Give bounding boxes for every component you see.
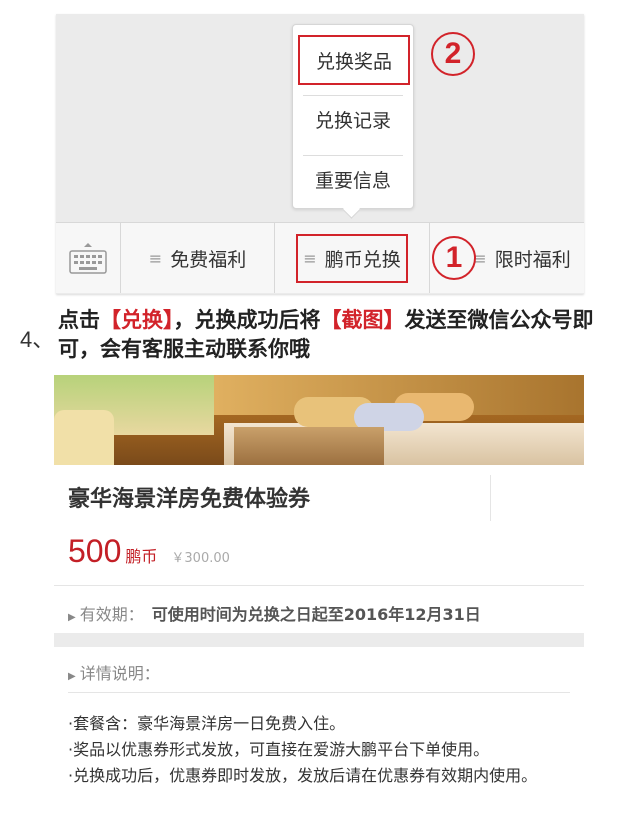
- original-price: ￥300.00: [171, 551, 230, 566]
- menu-item-free-benefits[interactable]: ≡ 免费福利: [121, 223, 275, 293]
- keyboard-icon: [69, 243, 107, 274]
- step-number: 4、: [20, 327, 55, 352]
- menu-lines-icon: ≡: [303, 248, 317, 268]
- annotation-circle-1: 1: [432, 236, 476, 280]
- menu-lines-icon: ≡: [148, 248, 163, 268]
- wechat-menu-screenshot: 兑换奖品 兑换记录 重要信息 2 ≡ 免费福利 ≡ 鹏币兑换 ≡ 限时福利 1: [56, 14, 584, 294]
- bottom-menu-bar: ≡ 免费福利 ≡ 鹏币兑换 ≡ 限时福利: [56, 222, 584, 293]
- validity-label: 有效期：: [79, 605, 144, 624]
- instruction-text: 点击【兑换】，兑换成功后将【截图】发送至微信公众号即可，会有客服主动联系你哦: [58, 306, 618, 364]
- menu-item-coin-exchange[interactable]: ≡ 鹏币兑换: [275, 223, 430, 293]
- product-hero-image: [54, 375, 584, 465]
- price-unit: 鹏币: [125, 547, 158, 566]
- highlight-box: ≡ 鹏币兑换: [296, 233, 408, 283]
- divider: [54, 585, 584, 586]
- instruction-highlight-redeem: 【兑换】: [100, 308, 174, 332]
- divider: [68, 692, 570, 693]
- instruction-part: ，兑换成功后将: [173, 308, 321, 332]
- product-detail-screenshot: 豪华海景洋房免费体验券 500 鹏币 ￥300.00 ▶ 有效期： 可使用时间为兑换之日…: [54, 375, 584, 819]
- triangle-right-icon: ▶: [68, 612, 76, 623]
- details-list: ·套餐含：豪华海景洋房一日免费入住。 ·奖品以优惠券形式发放，可直接在爱游大鹏平…: [68, 711, 572, 789]
- submenu-item-redeem-prize[interactable]: 兑换奖品: [298, 35, 410, 85]
- submenu-item-redeem-history[interactable]: 兑换记录: [303, 95, 403, 142]
- submenu-popup: 兑换奖品 兑换记录 重要信息: [292, 24, 414, 209]
- section-gap: [54, 633, 584, 647]
- price-value: 500: [68, 533, 122, 569]
- annotation-circle-2: 2: [431, 32, 475, 76]
- instruction-highlight-screenshot: 【截图】: [320, 308, 405, 332]
- menu-item-label: 鹏币兑换: [324, 248, 401, 271]
- details-label: 详情说明：: [79, 664, 160, 683]
- menu-item-label: 限时福利: [494, 248, 571, 271]
- product-title: 豪华海景洋房免费体验券: [68, 487, 311, 512]
- product-price: 500 鹏币 ￥300.00: [68, 533, 230, 570]
- validity-value: 可使用时间为兑换之日起至2016年12月31日: [151, 605, 481, 624]
- instruction-part: 点击: [58, 308, 100, 332]
- keyboard-toggle-button[interactable]: [56, 223, 121, 293]
- menu-item-label: 免费福利: [170, 248, 247, 271]
- validity-row: ▶ 有效期： 可使用时间为兑换之日起至2016年12月31日: [68, 601, 481, 625]
- triangle-right-icon: ▶: [68, 671, 76, 682]
- details-item: ·套餐含：豪华海景洋房一日免费入住。: [68, 714, 346, 733]
- submenu-item-important-info[interactable]: 重要信息: [303, 155, 403, 202]
- details-item: ·奖品以优惠券形式发放，可直接在爱游大鹏平台下单使用。: [68, 740, 490, 759]
- details-item: ·兑换成功后，优惠券即时发放，发放后请在优惠券有效期内使用。: [68, 766, 538, 785]
- details-header: ▶ 详情说明：: [68, 660, 160, 684]
